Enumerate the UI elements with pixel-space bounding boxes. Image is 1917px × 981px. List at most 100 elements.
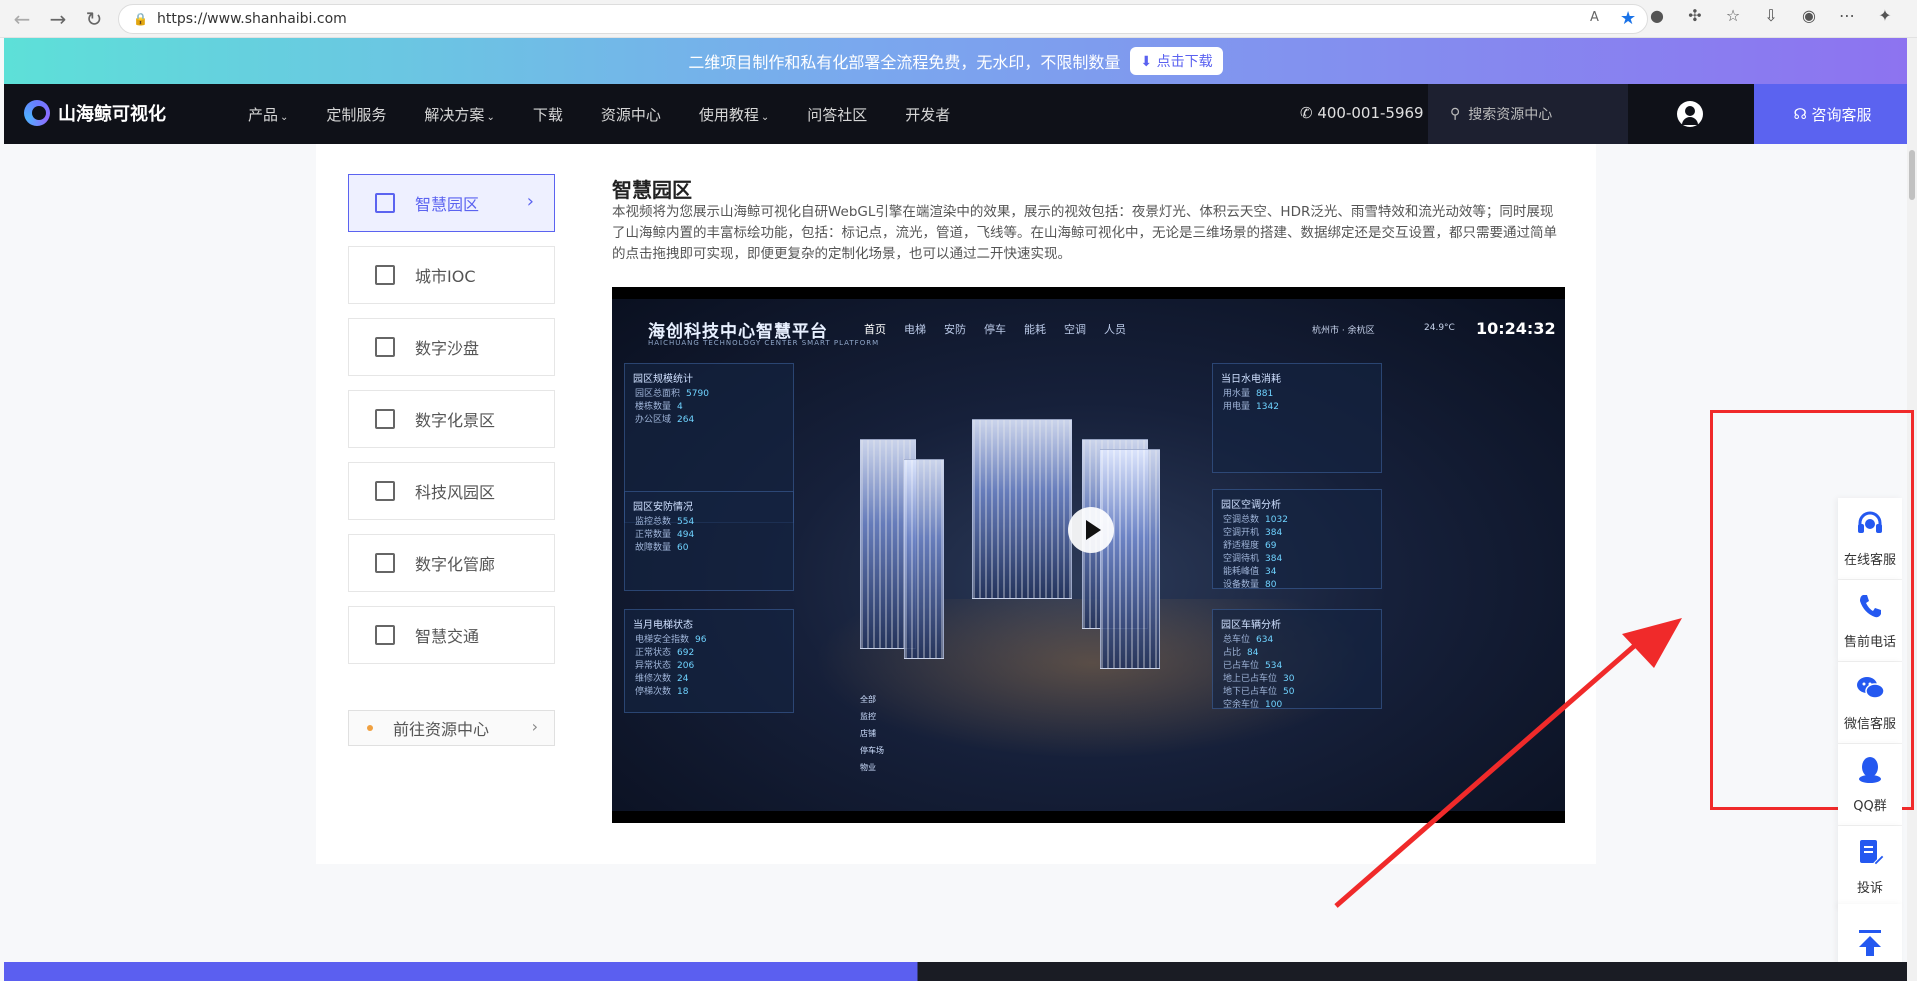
nav-item[interactable]: 下载	[533, 104, 563, 125]
float-item-label: 微信客服	[1843, 717, 1896, 732]
panel-row: 能耗峰值 34	[1223, 564, 1276, 577]
building-icon	[375, 337, 395, 357]
panel-row-value: 554	[677, 517, 695, 527]
video-tab: 能耗	[1024, 323, 1046, 336]
panel-row-label: 占比	[1223, 648, 1242, 658]
goto-resource-center-button[interactable]: 前往资源中心 ›	[348, 710, 555, 746]
reload-icon[interactable]: ↻	[76, 4, 112, 34]
nav-item[interactable]: 定制服务	[326, 104, 386, 125]
annotation-arrow-icon	[1334, 618, 1682, 908]
legend-item: 物业	[860, 763, 876, 772]
nav-item[interactable]: 资源中心	[601, 104, 661, 125]
panel-row-value: 206	[677, 661, 695, 671]
more-menu-icon[interactable]: ⋯	[1829, 6, 1865, 25]
building-icon	[375, 553, 395, 573]
panel-row-label: 监控总数	[635, 517, 672, 527]
panel-row-value: 24	[677, 674, 689, 684]
panel-row-label: 办公区域	[635, 415, 672, 425]
sidebar-item[interactable]: 科技风园区	[348, 462, 555, 520]
sidebar-item[interactable]: 智慧园区 ›	[348, 174, 555, 232]
sidebar-item[interactable]: 数字化景区	[348, 390, 555, 448]
panel-row: 楼栋数量 4	[635, 399, 683, 412]
video-tab: 电梯	[904, 323, 926, 336]
scene-building	[1100, 449, 1160, 669]
legend-item: 全部	[860, 695, 876, 704]
content-title: 智慧园区	[612, 178, 692, 202]
panel-row: 正常数量 494	[635, 527, 694, 540]
nav-item-label: 开发者	[905, 105, 951, 124]
float-item-wechat[interactable]: 微信客服	[1838, 662, 1902, 744]
panel-row-value: 18	[677, 687, 689, 697]
content-description: 本视频将为您展示山海鲸可视化自研WebGL引擎在端渲染中的效果，展示的视效包括：…	[612, 204, 1557, 262]
nav-item[interactable]: 解决方案 ⌄	[424, 104, 494, 125]
building-icon	[375, 265, 395, 285]
extension-circle-icon[interactable]: ●	[1639, 6, 1675, 25]
resource-search[interactable]: ⚲ 搜索资源中心	[1428, 84, 1628, 144]
favorites-icon[interactable]: ☆	[1715, 6, 1751, 25]
phone-icon	[1855, 591, 1885, 631]
panel-row-value: 50	[1283, 687, 1295, 697]
headset-small-icon: ☊	[1793, 105, 1812, 123]
nav-item[interactable]: 使用教程 ⌄	[699, 104, 769, 125]
panel-row: 异常状态 206	[635, 658, 694, 671]
panel-row-value: 100	[1265, 700, 1283, 710]
panel-row-value: 30	[1283, 674, 1295, 684]
panel-water-power: 当日水电消耗 用水量 881 用电量 1342	[1212, 363, 1382, 473]
float-item-headset[interactable]: 在线客服	[1838, 498, 1902, 580]
panel-row: 占比 84	[1223, 645, 1258, 658]
promo-download-label: 点击下载	[1156, 54, 1213, 70]
sidebar-item[interactable]: 数字沙盘	[348, 318, 555, 376]
nav-item[interactable]: 问答社区	[807, 104, 867, 125]
panel-row: 空余车位 100	[1223, 697, 1282, 710]
play-icon[interactable]	[1068, 507, 1114, 553]
float-item-label: 售前电话	[1843, 635, 1896, 650]
forward-arrow-icon[interactable]: →	[40, 4, 76, 34]
read-aloud-icon[interactable]: A	[1590, 10, 1599, 25]
sidebar-item[interactable]: 数字化管廊	[348, 534, 555, 592]
extensions-puzzle-icon[interactable]: ✣	[1677, 6, 1713, 25]
sidebar-item[interactable]: 智慧交通	[348, 606, 555, 664]
video-dashboard-tabs: 首页 电梯 安防 停车 能耗 空调 人员	[864, 321, 1126, 337]
profile-avatar-icon[interactable]: ◉	[1791, 6, 1827, 25]
panel-row-label: 舒适程度	[1223, 541, 1260, 551]
promo-download-button[interactable]: ⬇ 点击下载	[1130, 47, 1223, 75]
consult-service-button[interactable]: ☊ 咨询客服	[1754, 84, 1911, 144]
float-item-document-edit[interactable]: 投诉	[1838, 826, 1902, 908]
float-item-qq[interactable]: QQ群	[1838, 744, 1902, 826]
panel-row: 用电量 1342	[1223, 399, 1279, 412]
nav-item-label: 定制服务	[326, 105, 387, 124]
panel-elevator: 当月电梯状态 电梯安全指数 96 正常状态 692 异常状态 206 维修次数 24 停梯次数 18	[624, 609, 794, 713]
phone-number[interactable]: ✆ 400-001-5969	[1300, 104, 1424, 122]
panel-row: 园区总面积 5790	[635, 386, 709, 399]
nav-item[interactable]: 开发者	[905, 104, 950, 125]
address-bar[interactable]: 🔒 https://www.shanhaibi.com	[118, 4, 1648, 34]
nav-item[interactable]: 产品 ⌄	[248, 104, 288, 125]
legend-item: 停车场	[860, 746, 884, 755]
scrollbar-thumb[interactable]	[1909, 150, 1915, 200]
sidebar-item[interactable]: 城市IOC	[348, 246, 555, 304]
favorite-star-icon[interactable]: ★	[1620, 8, 1636, 29]
main-nav: 产品 ⌄ 定制服务 解决方案 ⌄ 下载 资源中心 使用教程 ⌄ 问答社区 开发者	[248, 84, 950, 144]
nav-item-label: 产品	[248, 105, 279, 124]
copilot-icon[interactable]: ✦	[1867, 6, 1903, 25]
site-logo[interactable]: 山海鲸可视化	[24, 100, 166, 126]
panel-row-label: 空调总数	[1223, 515, 1260, 525]
float-item-label: QQ群	[1853, 799, 1887, 814]
panel-row: 已占车位 534	[1223, 658, 1282, 671]
user-account-icon[interactable]	[1677, 101, 1703, 127]
float-item-phone[interactable]: 售前电话	[1838, 580, 1902, 662]
panel-row-label: 空调待机	[1223, 554, 1260, 564]
panel-row: 电梯安全指数 96	[635, 632, 706, 645]
chevron-right-icon: ›	[526, 191, 534, 212]
panel-row-label: 用水量	[1223, 389, 1251, 399]
panel-row-value: 84	[1247, 648, 1259, 658]
panel-row: 舒适程度 69	[1223, 538, 1276, 551]
panel-row-value: 692	[677, 648, 695, 658]
panel-row-value: 1032	[1265, 515, 1288, 525]
panel-row-label: 地下已占车位	[1223, 687, 1278, 697]
panel-row-label: 园区总面积	[635, 389, 681, 399]
scene-building	[904, 459, 944, 659]
back-arrow-icon[interactable]: ←	[4, 4, 40, 34]
downloads-icon[interactable]: ⇩	[1753, 6, 1789, 25]
panel-row-label: 异常状态	[635, 661, 672, 671]
